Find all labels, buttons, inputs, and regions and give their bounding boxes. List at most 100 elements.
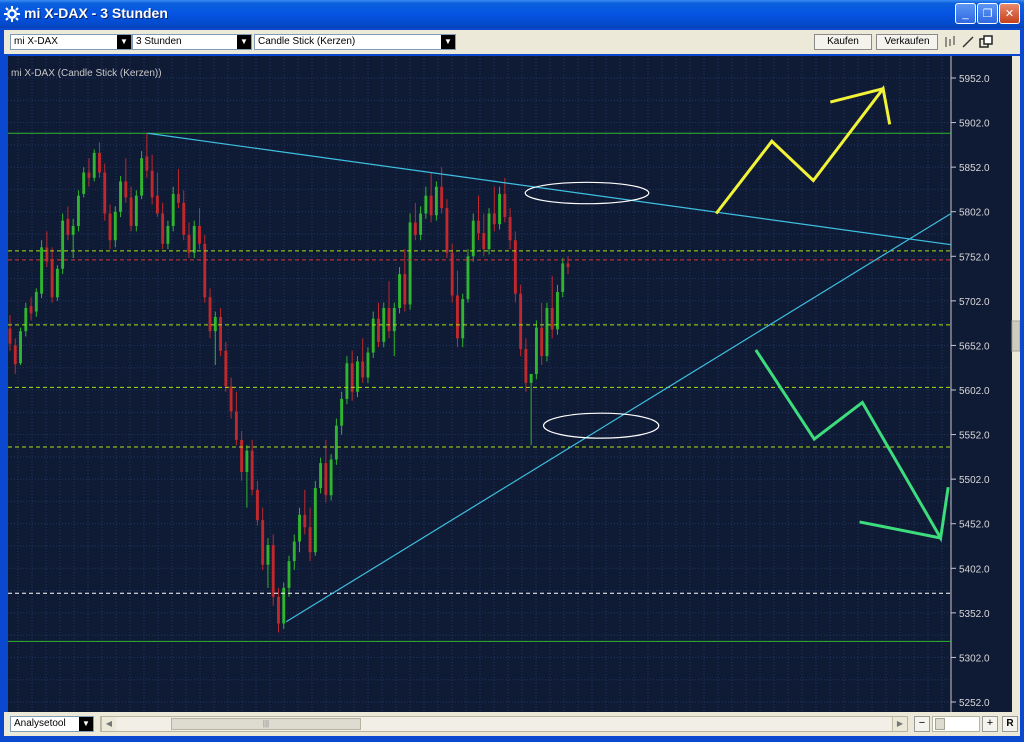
candle-body	[177, 194, 180, 203]
candle-body	[277, 597, 280, 624]
analysis-tool-label: Analysetool	[14, 718, 66, 729]
pen-icon[interactable]	[960, 34, 976, 50]
vertical-scrollbar	[1012, 56, 1020, 712]
scroll-right-icon[interactable]: ▶	[892, 717, 907, 731]
candle-body	[403, 274, 406, 304]
candle-body	[488, 213, 491, 249]
candle-body	[498, 194, 501, 224]
candle-body	[440, 187, 443, 208]
candle-body	[230, 386, 233, 411]
y-tick-label: 5252.0	[959, 698, 990, 709]
toolbar: mi X-DAX ▼ 3 Stunden ▼ Candle Stick (Ker…	[4, 30, 1020, 54]
chevron-down-icon[interactable]: ▼	[117, 35, 131, 49]
candle-body	[324, 463, 327, 495]
candle-body	[19, 331, 22, 363]
candle-body	[61, 221, 64, 269]
y-tick-label: 5702.0	[959, 297, 990, 308]
zoom-in-button[interactable]: +	[982, 716, 998, 732]
y-tick-label: 5502.0	[959, 475, 990, 486]
candle-body	[203, 244, 206, 297]
candle-body	[172, 194, 175, 226]
candle-body	[409, 222, 412, 304]
close-button[interactable]: ✕	[999, 3, 1020, 24]
zoom-slider[interactable]	[932, 716, 980, 732]
candle-body	[345, 363, 348, 399]
candle-body	[266, 545, 269, 565]
instrument-select[interactable]: mi X-DAX ▼	[10, 34, 132, 50]
chevron-down-icon[interactable]: ▼	[237, 35, 251, 49]
candle-body	[93, 153, 96, 178]
candle-body	[467, 256, 470, 299]
candle-body	[166, 226, 169, 244]
y-tick-label: 5352.0	[959, 609, 990, 620]
status-bar: Analysetool ▼ ◀ ||| ▶ − + R	[4, 712, 1020, 736]
horizontal-scrollbar[interactable]: ◀ ||| ▶	[100, 716, 908, 732]
app-icon	[4, 6, 20, 22]
chevron-down-icon[interactable]: ▼	[79, 717, 93, 731]
candle-body	[135, 196, 138, 226]
candle-body	[493, 213, 496, 224]
minimize-button[interactable]: _	[955, 3, 976, 24]
y-tick-label: 5802.0	[959, 208, 990, 219]
vertical-scroll-thumb	[1012, 321, 1020, 351]
candle-body	[419, 213, 422, 234]
candle-body	[256, 490, 259, 520]
y-tick-label: 5852.0	[959, 163, 990, 174]
candle-body	[77, 196, 80, 226]
candle-body	[567, 263, 570, 267]
period-value: 3 Stunden	[136, 36, 182, 47]
candle-body	[556, 292, 559, 329]
candle-body	[24, 308, 27, 331]
window-switch-icon[interactable]	[978, 34, 994, 50]
candle-body	[435, 187, 438, 216]
chart-area[interactable]: 5952.05902.05852.05802.05752.05702.05652…	[8, 56, 1020, 712]
candle-body	[161, 213, 164, 243]
candle-body	[388, 308, 391, 331]
analysis-tool-select[interactable]: Analysetool ▼	[10, 716, 94, 732]
candle-body	[561, 263, 564, 292]
candlestick-chart[interactable]: 5952.05902.05852.05802.05752.05702.05652…	[8, 56, 1020, 712]
candle-body	[461, 299, 464, 338]
buy-button[interactable]: Kaufen	[814, 34, 872, 50]
candle-body	[272, 545, 275, 597]
scroll-left-icon[interactable]: ◀	[101, 717, 116, 731]
candle-body	[430, 196, 433, 216]
scroll-thumb[interactable]: |||	[171, 718, 361, 730]
candle-body	[530, 374, 533, 383]
y-tick-label: 5402.0	[959, 564, 990, 575]
title-bar[interactable]: mi X-DAX - 3 Stunden _ ❐ ✕	[0, 0, 1024, 28]
zoom-slider-thumb[interactable]	[935, 718, 945, 730]
restore-button[interactable]: ❐	[977, 3, 998, 24]
zoom-out-button[interactable]: −	[914, 716, 930, 732]
chevron-down-icon[interactable]: ▼	[441, 35, 455, 49]
candle-body	[551, 308, 554, 329]
candle-body	[335, 426, 338, 460]
candle-body	[514, 240, 517, 293]
candle-body	[145, 156, 148, 170]
chart-type-select[interactable]: Candle Stick (Kerzen) ▼	[254, 34, 456, 50]
candle-body	[519, 294, 522, 349]
candle-body	[424, 196, 427, 214]
candle-body	[319, 463, 322, 488]
period-select[interactable]: 3 Stunden ▼	[132, 34, 252, 50]
y-tick-label: 5452.0	[959, 520, 990, 531]
sell-button[interactable]: Verkaufen	[876, 34, 938, 50]
candle-body	[214, 317, 217, 331]
candle-body	[540, 328, 543, 357]
candle-body	[130, 197, 133, 226]
candle-body	[119, 181, 122, 211]
y-tick-label: 5652.0	[959, 341, 990, 352]
candle-body	[14, 345, 17, 364]
candle-body	[9, 328, 12, 343]
candle-body	[303, 515, 306, 527]
reset-button[interactable]: R	[1002, 716, 1018, 732]
candle-body	[30, 306, 33, 313]
candle-body	[545, 308, 548, 356]
chart-type-value: Candle Stick (Kerzen)	[258, 36, 355, 47]
candle-body	[235, 411, 238, 440]
candle-body	[261, 520, 264, 565]
bar-chart-icon[interactable]	[942, 34, 958, 50]
candle-body	[393, 308, 396, 331]
candle-body	[414, 222, 417, 234]
y-tick-label: 5302.0	[959, 653, 990, 664]
